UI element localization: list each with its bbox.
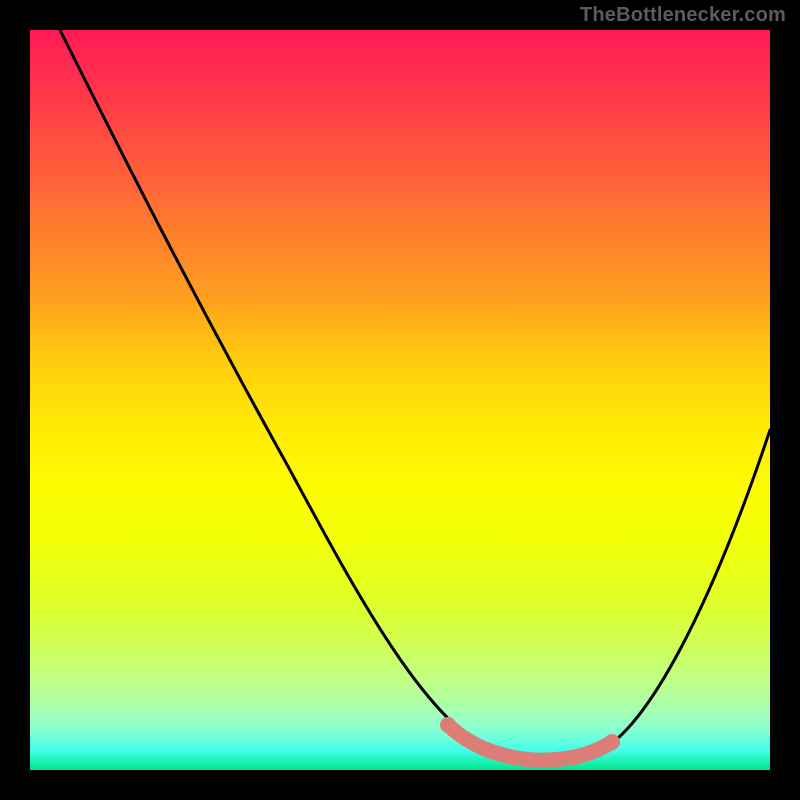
- highlight-dot-start: [440, 717, 456, 733]
- plot-area: [30, 30, 770, 770]
- chart-frame: TheBottlenecker.com: [0, 0, 800, 800]
- optimal-range-highlight: [448, 725, 612, 760]
- watermark-text: TheBottlenecker.com: [580, 4, 786, 27]
- bottleneck-curve: [60, 30, 770, 762]
- highlight-dot-end: [604, 734, 620, 750]
- curve-layer: [30, 30, 770, 770]
